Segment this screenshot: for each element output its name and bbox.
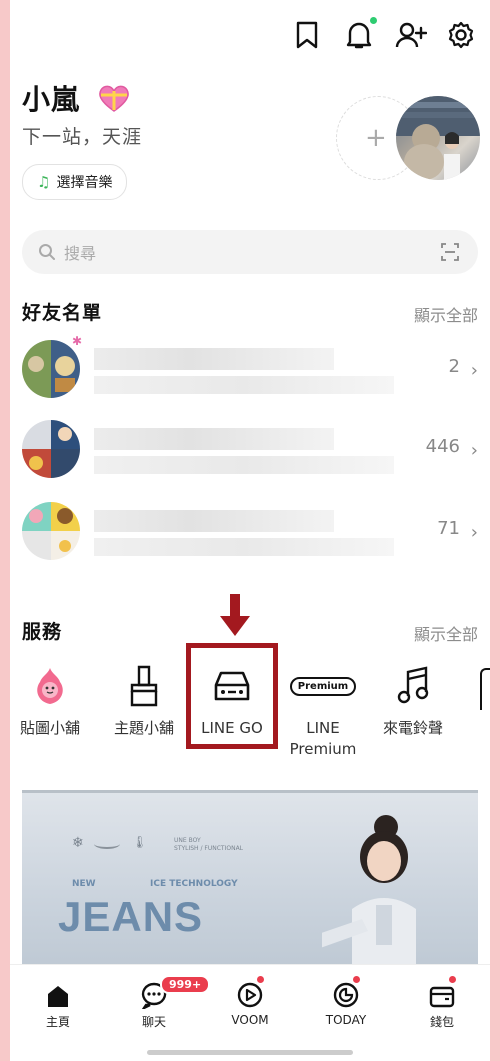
select-music-label: 選擇音樂 [56,175,113,191]
friends-show-all-link[interactable]: 顯示全部 [414,302,478,326]
banner-headline: JEANS [58,893,204,940]
home-icon [10,965,106,1009]
search-icon [38,243,56,261]
line-premium-label: LINE Premium [289,719,357,758]
premium-badge-icon: Premium [278,660,368,712]
line-premium-service[interactable]: Premium LINE Premium [278,660,368,760]
friend-count: 71 [437,518,460,539]
wallet-notification-dot [449,976,456,983]
friend-status-redacted [94,456,394,474]
home-indicator [147,1050,353,1055]
profile-status[interactable]: 下一站，天涯 [22,122,142,149]
premium-badge: Premium [289,676,357,696]
friend-name-redacted [94,348,334,370]
tab-home[interactable]: 主頁 [10,965,106,1035]
ringtone-label: 來電鈴聲 [382,719,443,737]
theme-shop-service[interactable]: 主題小舖 [99,660,189,739]
tab-wallet-label: 錢包 [429,1015,454,1029]
friend-group-row[interactable]: 71 › [22,502,478,562]
friend-count: 446 [425,436,460,457]
settings-icon[interactable] [444,18,478,52]
today-icon [298,965,394,1009]
friend-group-row[interactable]: ✱ 2 › [22,334,478,400]
down-arrow-annotation-icon [220,594,250,642]
sticker-shop-service[interactable]: 貼圖小舖 [10,660,95,739]
add-friend-icon[interactable] [394,18,428,52]
tab-home-label: 主頁 [45,1015,70,1029]
star-icon: ✱ [72,334,83,348]
services-section-title: 服務 [22,621,63,643]
line-go-highlight-box [186,643,278,749]
paint-brush-icon [99,660,189,712]
profile-name-row[interactable]: 小嵐 [22,78,131,120]
voom-play-icon [202,965,298,1009]
next-service-partial-icon [480,668,490,710]
bottom-tab-bar: 主頁 聊天 999+ VOOM TODAY 錢包 [10,964,490,1061]
banner-brand: UNE BOY STYLISH / FUNCTIONAL [174,837,244,852]
friend-count: 2 [448,356,460,377]
friend-status-redacted [94,538,394,556]
sticker-shop-icon [10,660,95,712]
tab-today-label: TODAY [325,1013,367,1027]
snowflake-icon: ❄ [72,835,84,851]
services-show-all-link[interactable]: 顯示全部 [414,621,478,645]
tab-chat-label: 聊天 [141,1015,166,1029]
tab-voom[interactable]: VOOM [202,965,298,1035]
banner-tag-new: NEW [72,879,96,889]
tab-today[interactable]: TODAY [298,965,394,1035]
chevron-right-icon: › [470,360,478,381]
qr-scan-icon[interactable] [440,242,460,262]
today-notification-dot [353,976,360,983]
wallet-icon [394,965,490,1009]
chevron-right-icon: › [470,440,478,461]
promo-banner[interactable]: UNE BOY STYLISH / FUNCTIONAL ❄ 🌡 NEW ICE … [22,790,478,983]
banner-tag-tech: ICE TECHNOLOGY [150,879,238,889]
tab-chat[interactable]: 聊天 999+ [106,965,211,1035]
friend-name-redacted [94,428,334,450]
music-note-icon [368,660,458,712]
select-music-button[interactable]: ♫ 選擇音樂 [22,164,128,200]
voom-notification-dot [257,976,264,983]
profile-avatar[interactable] [396,96,480,180]
bell-icon[interactable] [342,17,377,52]
banner-model-image [222,813,442,983]
heart-icon [97,83,131,120]
friend-group-row[interactable]: 446 › [22,420,478,480]
friends-section-title: 好友名單 [22,302,103,324]
chevron-right-icon: › [470,522,478,543]
search-input[interactable]: 搜尋 [64,240,96,264]
friend-name-redacted [94,510,334,532]
group-avatar [22,420,80,478]
music-note-icon: ♫ [37,173,51,191]
profile-name: 小嵐 [22,83,81,116]
feather-icon [94,839,120,849]
tab-wallet[interactable]: 錢包 [394,965,490,1035]
plus-icon: + [365,123,387,153]
sticker-shop-label: 貼圖小舖 [19,719,80,737]
group-avatar [22,340,80,398]
bookmark-icon[interactable] [290,18,324,52]
line-home-screen: 小嵐 下一站，天涯 ♫ 選擇音樂 + 搜尋 好友名單 顯示全部 ✱ 2 › 44… [10,0,490,1061]
ringtone-service[interactable]: 來電鈴聲 [368,660,458,739]
friend-status-redacted [94,376,394,394]
group-avatar [22,502,80,560]
thermometer-icon: 🌡 [132,835,148,849]
search-bar[interactable]: 搜尋 [22,230,478,274]
notification-dot [370,17,377,24]
theme-shop-label: 主題小舖 [113,719,174,737]
tab-voom-label: VOOM [231,1013,269,1027]
